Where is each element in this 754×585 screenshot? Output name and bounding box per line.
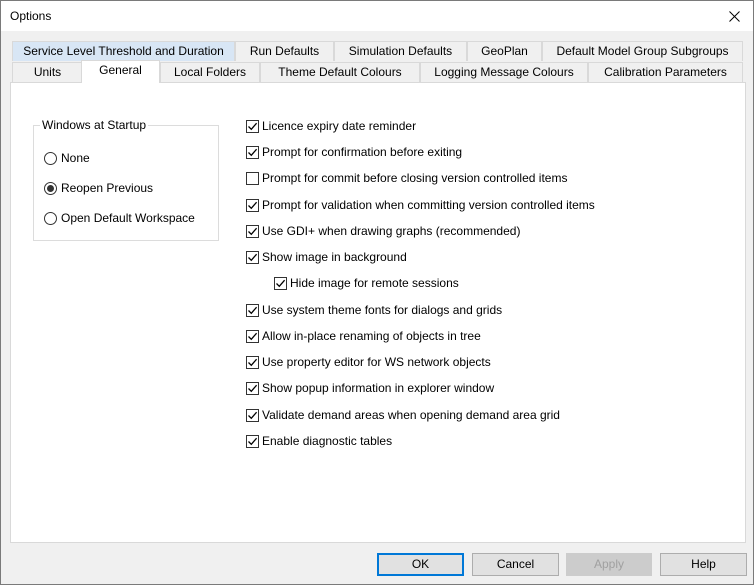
checkbox-label: Prompt for confirmation before exiting xyxy=(262,145,463,159)
options-dialog: Options Service Level Threshold and Dura… xyxy=(0,0,754,585)
checkbox-prompt-validation-commit[interactable]: Prompt for validation when committing ve… xyxy=(246,197,595,213)
checkbox[interactable] xyxy=(246,198,259,212)
radio-button[interactable] xyxy=(44,211,57,225)
checkbox[interactable] xyxy=(246,381,259,395)
checkbox-show-popup-information[interactable]: Show popup information in explorer windo… xyxy=(246,380,494,396)
general-tab-panel: Windows at Startup None Reopen Previous … xyxy=(10,82,746,543)
checkmark-icon xyxy=(248,253,258,261)
checkmark-icon xyxy=(248,306,258,314)
checkbox-use-gdiplus-graphs[interactable]: Use GDI+ when drawing graphs (recommende… xyxy=(246,223,520,239)
checkmark-icon xyxy=(248,201,258,209)
checkbox[interactable] xyxy=(246,145,259,159)
tab-calibration-parameters[interactable]: Calibration Parameters xyxy=(588,62,743,82)
checkmark-icon xyxy=(248,411,258,419)
cancel-button[interactable]: Cancel xyxy=(472,553,559,576)
tab-simulation-defaults[interactable]: Simulation Defaults xyxy=(334,41,467,61)
checkmark-icon xyxy=(248,332,258,340)
checkmark-icon xyxy=(248,358,258,366)
checkbox-label: Prompt for commit before closing version… xyxy=(262,171,568,185)
checkbox[interactable] xyxy=(246,355,259,369)
checkbox[interactable] xyxy=(246,250,259,264)
checkbox-label: Show image in background xyxy=(262,250,407,264)
radio-label: Reopen Previous xyxy=(61,181,154,195)
checkbox-label: Allow in-place renaming of objects in tr… xyxy=(262,329,481,343)
radio-none[interactable]: None xyxy=(44,150,90,166)
radio-button[interactable] xyxy=(44,181,57,195)
checkbox-label: Use property editor for WS network objec… xyxy=(262,355,491,369)
windows-at-startup-group: Windows at Startup None Reopen Previous … xyxy=(33,118,219,241)
checkbox[interactable] xyxy=(246,303,259,317)
checkbox[interactable] xyxy=(274,276,287,290)
checkbox-prompt-confirm-exit[interactable]: Prompt for confirmation before exiting xyxy=(246,144,462,160)
tab-row-bottom: Units General Local Folders Theme Defaul… xyxy=(1,60,753,83)
tab-row-top: Service Level Threshold and Duration Run… xyxy=(1,41,753,62)
checkbox-label: Show popup information in explorer windo… xyxy=(262,381,495,395)
radio-open-default-workspace[interactable]: Open Default Workspace xyxy=(44,210,195,226)
checkbox-label: Licence expiry date reminder xyxy=(262,119,417,133)
window-title: Options xyxy=(10,9,52,23)
title-bar: Options xyxy=(1,1,753,31)
checkbox[interactable] xyxy=(246,408,259,422)
checkbox[interactable] xyxy=(246,119,259,133)
checkbox-label: Use system theme fonts for dialogs and g… xyxy=(262,303,503,317)
tab-local-folders[interactable]: Local Folders xyxy=(160,62,260,82)
checkmark-icon xyxy=(248,148,258,156)
ok-button[interactable]: OK xyxy=(377,553,464,576)
checkmark-icon xyxy=(276,279,286,287)
tab-service-level-threshold-and-duration[interactable]: Service Level Threshold and Duration xyxy=(12,41,235,61)
tab-geoplan[interactable]: GeoPlan xyxy=(467,41,542,61)
group-label: Windows at Startup xyxy=(40,118,149,132)
checkbox-enable-diagnostic-tables[interactable]: Enable diagnostic tables xyxy=(246,433,392,449)
tab-logging-message-colours[interactable]: Logging Message Colours xyxy=(420,62,588,82)
checkbox-label: Use GDI+ when drawing graphs (recommende… xyxy=(262,224,521,238)
checkbox-label: Validate demand areas when opening deman… xyxy=(262,408,560,422)
radio-reopen-previous[interactable]: Reopen Previous xyxy=(44,180,153,196)
tab-run-defaults[interactable]: Run Defaults xyxy=(235,41,334,61)
help-button[interactable]: Help xyxy=(660,553,747,576)
tab-theme-default-colours[interactable]: Theme Default Colours xyxy=(260,62,420,82)
close-button[interactable] xyxy=(715,1,753,31)
checkbox-label: Enable diagnostic tables xyxy=(262,434,393,448)
checkmark-icon xyxy=(248,227,258,235)
checkbox-allow-inplace-renaming[interactable]: Allow in-place renaming of objects in tr… xyxy=(246,328,481,344)
tab-units[interactable]: Units xyxy=(12,62,83,82)
radio-label: None xyxy=(61,151,90,165)
tab-default-model-group-subgroups[interactable]: Default Model Group Subgroups xyxy=(542,41,743,61)
checkbox-label: Prompt for validation when committing ve… xyxy=(262,198,595,212)
checkbox-show-image-background[interactable]: Show image in background xyxy=(246,249,407,265)
checkbox-licence-expiry-reminder[interactable]: Licence expiry date reminder xyxy=(246,118,416,134)
checkmark-icon xyxy=(248,437,258,445)
checkbox[interactable] xyxy=(246,329,259,343)
radio-button[interactable] xyxy=(44,151,57,165)
checkbox-hide-image-remote-sessions[interactable]: Hide image for remote sessions xyxy=(274,275,459,291)
checkbox[interactable] xyxy=(246,171,259,185)
checkbox[interactable] xyxy=(246,434,259,448)
checkmark-icon xyxy=(248,384,258,392)
checkbox-label: Hide image for remote sessions xyxy=(290,276,459,290)
checkbox-validate-demand-areas[interactable]: Validate demand areas when opening deman… xyxy=(246,407,560,423)
close-icon xyxy=(728,10,740,22)
checkbox-use-system-theme-fonts[interactable]: Use system theme fonts for dialogs and g… xyxy=(246,302,502,318)
radio-label: Open Default Workspace xyxy=(61,211,195,225)
checkbox[interactable] xyxy=(246,224,259,238)
checkbox-prompt-commit-before-closing[interactable]: Prompt for commit before closing version… xyxy=(246,170,567,186)
checkbox-use-property-editor-ws[interactable]: Use property editor for WS network objec… xyxy=(246,354,491,370)
checkmark-icon xyxy=(248,122,258,130)
tab-general[interactable]: General xyxy=(81,60,160,83)
apply-button[interactable]: Apply xyxy=(566,553,652,576)
